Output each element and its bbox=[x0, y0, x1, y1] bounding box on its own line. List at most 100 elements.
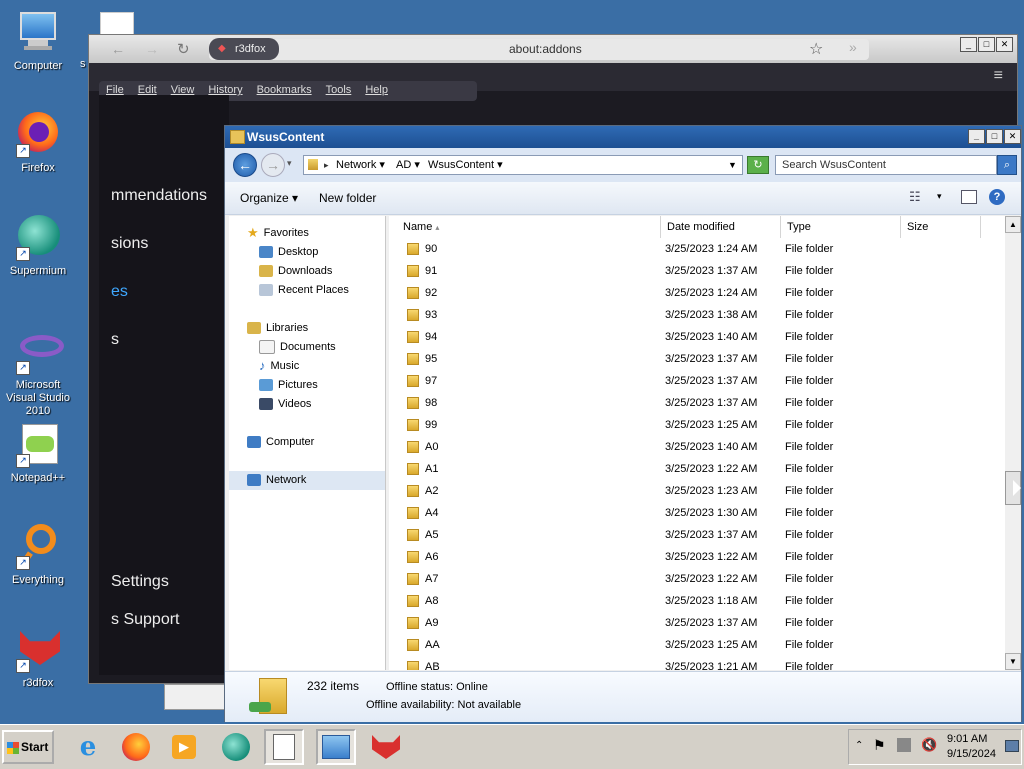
scroll-up-button[interactable]: ▲ bbox=[1005, 216, 1021, 233]
table-row[interactable]: 98 3/25/2023 1:37 AM File folder bbox=[389, 392, 1005, 414]
new-folder-button[interactable]: New folder bbox=[319, 191, 376, 205]
table-row[interactable]: 92 3/25/2023 1:24 AM File folder bbox=[389, 282, 1005, 304]
maximize-button[interactable]: □ bbox=[978, 37, 995, 52]
sidebar-recommendations[interactable]: mmendations bbox=[111, 187, 207, 205]
back-icon[interactable]: ← bbox=[111, 41, 125, 57]
bookmark-star-icon[interactable]: ☆ bbox=[809, 39, 823, 59]
table-row[interactable]: 94 3/25/2023 1:40 AM File folder bbox=[389, 326, 1005, 348]
table-row[interactable]: A1 3/25/2023 1:22 AM File folder bbox=[389, 458, 1005, 480]
table-row[interactable]: A8 3/25/2023 1:18 AM File folder bbox=[389, 590, 1005, 612]
table-row[interactable]: AA 3/25/2023 1:25 AM File folder bbox=[389, 634, 1005, 656]
hamburger-menu-icon[interactable]: ≡ bbox=[994, 67, 1003, 85]
menu-bookmarks[interactable]: Bookmarks bbox=[250, 81, 319, 99]
search-input[interactable]: Search WsusContent bbox=[775, 155, 997, 175]
desktop-icon-notepadpp[interactable]: ↗ Notepad++ bbox=[0, 420, 76, 485]
table-row[interactable]: A7 3/25/2023 1:22 AM File folder bbox=[389, 568, 1005, 590]
table-row[interactable]: 90 3/25/2023 1:24 AM File folder bbox=[389, 238, 1005, 260]
table-row[interactable]: 95 3/25/2023 1:37 AM File folder bbox=[389, 348, 1005, 370]
network-status-icon[interactable] bbox=[897, 738, 911, 752]
taskbar-explorer[interactable] bbox=[316, 729, 356, 765]
sidebar-themes[interactable]: es bbox=[111, 283, 128, 301]
table-row[interactable]: A5 3/25/2023 1:37 AM File folder bbox=[389, 524, 1005, 546]
close-button[interactable]: ✕ bbox=[996, 37, 1013, 52]
sidebar-plugins[interactable]: s bbox=[111, 331, 119, 349]
table-row[interactable]: 99 3/25/2023 1:25 AM File folder bbox=[389, 414, 1005, 436]
menu-help[interactable]: Help bbox=[358, 81, 395, 99]
clock-time[interactable]: 9:01 AM bbox=[947, 733, 987, 745]
maximize-button[interactable]: □ bbox=[986, 129, 1003, 144]
desktop-icon-r3dfox[interactable]: ↗ r3dfox bbox=[0, 625, 76, 690]
nav-favorites[interactable]: ★ Favorites bbox=[247, 224, 309, 243]
breadcrumb-wsuscontent[interactable]: WsusContent ▾ bbox=[428, 156, 503, 174]
show-desktop-icon[interactable] bbox=[1005, 740, 1019, 752]
recent-pages-dropdown-icon[interactable]: ▾ bbox=[287, 158, 292, 169]
file-list[interactable]: Name ▴ Date modified Type Size 90 3/25/20… bbox=[389, 216, 1005, 670]
refresh-button[interactable]: ↻ bbox=[747, 156, 769, 174]
address-bar[interactable]: ▸ Network ▾ AD ▾ WsusContent ▾ ▼ bbox=[303, 155, 743, 175]
menu-tools[interactable]: Tools bbox=[319, 81, 359, 99]
forward-button[interactable]: → bbox=[261, 153, 285, 177]
column-header-date[interactable]: Date modified bbox=[661, 216, 781, 238]
taskbar-notepad[interactable] bbox=[264, 729, 304, 765]
table-row[interactable]: 91 3/25/2023 1:37 AM File folder bbox=[389, 260, 1005, 282]
table-row[interactable]: A2 3/25/2023 1:23 AM File folder bbox=[389, 480, 1005, 502]
nav-music[interactable]: ♪ Music bbox=[259, 357, 299, 376]
view-options-icon[interactable]: ☷ bbox=[909, 189, 921, 205]
column-header-size[interactable]: Size bbox=[901, 216, 981, 238]
table-row[interactable]: A9 3/25/2023 1:37 AM File folder bbox=[389, 612, 1005, 634]
table-row[interactable]: A0 3/25/2023 1:40 AM File folder bbox=[389, 436, 1005, 458]
taskbar-internet-explorer[interactable]: e bbox=[68, 729, 108, 765]
desktop-icon-supermium[interactable]: ↗ Supermium bbox=[0, 213, 76, 278]
taskbar-firefox[interactable] bbox=[116, 729, 156, 765]
breadcrumb-network[interactable]: Network ▾ bbox=[336, 156, 385, 174]
overflow-icon[interactable]: » bbox=[849, 39, 857, 55]
action-center-flag-icon[interactable]: ⚑ bbox=[873, 737, 886, 754]
column-header-type[interactable]: Type bbox=[781, 216, 901, 238]
table-row[interactable]: A4 3/25/2023 1:30 AM File folder bbox=[389, 502, 1005, 524]
taskbar-media-player[interactable]: ▶ bbox=[164, 729, 204, 765]
preview-pane-icon[interactable] bbox=[961, 190, 977, 204]
desktop-icon-visual-studio[interactable]: ↗ Microsoft Visual Studio 2010 bbox=[0, 327, 76, 418]
nav-network[interactable]: Network bbox=[229, 471, 385, 490]
table-row[interactable]: A6 3/25/2023 1:22 AM File folder bbox=[389, 546, 1005, 568]
nav-pictures[interactable]: Pictures bbox=[259, 376, 318, 395]
desktop-icon-firefox[interactable]: ↗ Firefox bbox=[0, 110, 76, 175]
desktop-icon-computer[interactable]: Computer bbox=[0, 8, 76, 73]
clock-date[interactable]: 9/15/2024 bbox=[947, 748, 996, 760]
reload-icon[interactable]: ↻ bbox=[177, 40, 190, 58]
explorer-titlebar[interactable]: WsusContent _ □ ✕ bbox=[225, 126, 1021, 148]
nav-libraries[interactable]: Libraries bbox=[247, 319, 308, 338]
show-hidden-icons-icon[interactable]: ⌃ bbox=[855, 740, 863, 751]
vertical-scrollbar[interactable]: ▲ ▼ bbox=[1005, 216, 1021, 670]
desktop-icon-everything[interactable]: ↗ Everything bbox=[0, 522, 76, 587]
taskbar-supermium[interactable] bbox=[216, 729, 256, 765]
sidebar-settings[interactable]: Settings bbox=[111, 573, 169, 591]
start-button[interactable]: Start bbox=[2, 730, 54, 764]
sidebar-support[interactable]: s Support bbox=[111, 611, 179, 629]
table-row[interactable]: AB 3/25/2023 1:21 AM File folder bbox=[389, 656, 1005, 670]
back-button[interactable]: ← bbox=[233, 153, 257, 177]
breadcrumb-ad[interactable]: AD ▾ bbox=[396, 156, 420, 174]
browser-titlebar[interactable]: ← → ↻ about:addons ☆ ◆ r3dfox » _ □ ✕ bbox=[89, 35, 1017, 64]
volume-muted-icon[interactable]: 🔇 bbox=[921, 737, 937, 753]
address-dropdown-icon[interactable]: ▼ bbox=[728, 156, 737, 174]
nav-documents[interactable]: Documents bbox=[259, 338, 336, 357]
forward-icon[interactable]: → bbox=[145, 41, 159, 57]
taskbar-r3dfox[interactable] bbox=[366, 729, 406, 765]
table-row[interactable]: 97 3/25/2023 1:37 AM File folder bbox=[389, 370, 1005, 392]
search-icon[interactable]: ⌕ bbox=[997, 155, 1017, 175]
table-row[interactable]: 93 3/25/2023 1:38 AM File folder bbox=[389, 304, 1005, 326]
sidebar-extensions[interactable]: sions bbox=[111, 235, 148, 253]
scroll-down-button[interactable]: ▼ bbox=[1005, 653, 1021, 670]
close-button[interactable]: ✕ bbox=[1004, 129, 1021, 144]
nav-videos[interactable]: Videos bbox=[259, 395, 311, 414]
minimize-button[interactable]: _ bbox=[968, 129, 985, 144]
tab-r3dfox[interactable]: ◆ r3dfox bbox=[209, 38, 279, 60]
help-icon[interactable]: ? bbox=[989, 189, 1005, 205]
nav-computer[interactable]: Computer bbox=[247, 433, 314, 452]
column-header-name[interactable]: Name ▴ bbox=[389, 216, 661, 238]
minimize-button[interactable]: _ bbox=[960, 37, 977, 52]
url-bar[interactable]: about:addons ☆ bbox=[209, 39, 869, 60]
nav-downloads[interactable]: Downloads bbox=[259, 262, 332, 281]
organize-button[interactable]: Organize ▾ bbox=[240, 191, 298, 205]
